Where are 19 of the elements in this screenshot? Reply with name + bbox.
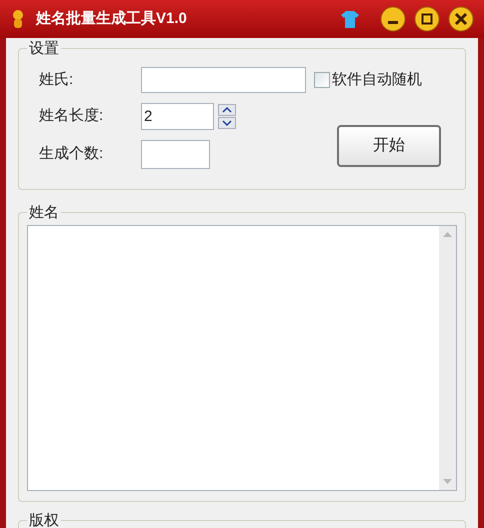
minimize-icon[interactable]: [380, 6, 406, 32]
count-field[interactable]: [141, 140, 210, 169]
scroll-down-icon[interactable]: [443, 479, 452, 484]
start-button[interactable]: 开始: [337, 125, 441, 167]
window-title: 姓名批量生成工具V1.0: [36, 8, 187, 29]
group-title: 版权: [27, 510, 61, 528]
names-text-area[interactable]: [27, 225, 457, 491]
field-label: 姓氏:: [39, 70, 74, 90]
name-length-field[interactable]: 2: [141, 103, 214, 130]
field-label: 生成个数:: [39, 144, 104, 164]
surname-field[interactable]: [141, 67, 306, 93]
scroll-up-icon[interactable]: [443, 232, 452, 237]
maximize-icon[interactable]: [414, 6, 440, 32]
spinner-icon[interactable]: [218, 104, 236, 130]
scrollbar[interactable]: [439, 226, 456, 490]
close-icon[interactable]: [448, 6, 474, 32]
auto-random-checkbox[interactable]: 软件自动随机: [314, 68, 445, 92]
field-label: 姓名长度:: [39, 106, 104, 126]
shirt-icon[interactable]: [340, 9, 360, 29]
